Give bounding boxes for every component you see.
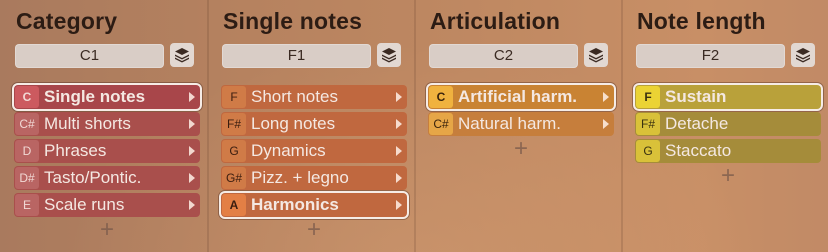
chevron-right-icon bbox=[396, 119, 402, 129]
item-label: Phrases bbox=[44, 141, 107, 160]
keyswitch-field[interactable]: F1 bbox=[222, 44, 371, 68]
list-item-single-notes[interactable]: C Single notes bbox=[14, 85, 200, 109]
note-badge: C bbox=[15, 86, 39, 108]
item-label: Natural harm. bbox=[458, 114, 561, 133]
chevron-right-icon bbox=[603, 119, 609, 129]
note-badge: F bbox=[222, 86, 246, 108]
chevron-right-icon bbox=[189, 146, 195, 156]
list-item-long-notes[interactable]: F# Long notes bbox=[221, 112, 407, 136]
chevron-right-icon bbox=[396, 200, 402, 210]
list-item-sustain[interactable]: F Sustain bbox=[635, 85, 821, 109]
column-title: Category bbox=[16, 8, 118, 34]
list-item-multi-shorts[interactable]: C# Multi shorts bbox=[14, 112, 200, 136]
item-list: F Sustain F# Detache G Staccato + bbox=[635, 85, 821, 190]
layers-icon bbox=[382, 48, 396, 63]
list-item-harmonics[interactable]: A Harmonics bbox=[221, 193, 407, 217]
column-single-notes: Single notes F1 F Short notes F# Long note… bbox=[221, 0, 417, 252]
layers-button[interactable] bbox=[377, 43, 401, 67]
layers-icon bbox=[589, 48, 603, 63]
item-label: Detache bbox=[665, 114, 729, 133]
item-list: F Short notes F# Long notes G Dynamics G# Pi… bbox=[221, 85, 407, 244]
keyswitch-field[interactable]: F2 bbox=[636, 44, 785, 68]
item-label: Staccato bbox=[665, 141, 732, 160]
layers-button[interactable] bbox=[791, 43, 815, 67]
item-label: Dynamics bbox=[251, 141, 326, 160]
list-item-pizz-legno[interactable]: G# Pizz. + legno bbox=[221, 166, 407, 190]
note-badge: D bbox=[15, 140, 39, 162]
list-item-staccato[interactable]: G Staccato bbox=[635, 139, 821, 163]
layers-icon bbox=[796, 48, 810, 63]
chevron-right-icon bbox=[396, 92, 402, 102]
list-item-short-notes[interactable]: F Short notes bbox=[221, 85, 407, 109]
chevron-right-icon bbox=[189, 92, 195, 102]
column-title: Note length bbox=[637, 8, 766, 34]
chevron-right-icon bbox=[189, 173, 195, 183]
note-badge: G bbox=[636, 140, 660, 162]
note-badge: G# bbox=[222, 167, 246, 189]
note-badge: A bbox=[222, 194, 246, 216]
note-badge: F# bbox=[222, 113, 246, 135]
column-articulation: Articulation C2 C Artificial harm. C# Natu… bbox=[428, 0, 624, 252]
layers-button[interactable] bbox=[584, 43, 608, 67]
list-item-detache[interactable]: F# Detache bbox=[635, 112, 821, 136]
list-item-phrases[interactable]: D Phrases bbox=[14, 139, 200, 163]
add-item-button[interactable]: + bbox=[221, 218, 407, 244]
item-label: Sustain bbox=[665, 87, 727, 106]
note-badge: C bbox=[429, 86, 453, 108]
column-category: Category C1 C Single notes C# Multi shorts… bbox=[14, 0, 210, 252]
note-badge: C# bbox=[15, 113, 39, 135]
chevron-right-icon bbox=[189, 200, 195, 210]
chevron-right-icon bbox=[189, 119, 195, 129]
note-badge: D# bbox=[15, 167, 39, 189]
item-label: Single notes bbox=[44, 87, 146, 106]
keyswitch-field[interactable]: C2 bbox=[429, 44, 578, 68]
layers-button[interactable] bbox=[170, 43, 194, 67]
item-label: Tasto/Pontic. bbox=[44, 168, 142, 187]
note-badge: F bbox=[636, 86, 660, 108]
column-title: Articulation bbox=[430, 8, 561, 34]
item-label: Long notes bbox=[251, 114, 336, 133]
item-label: Short notes bbox=[251, 87, 338, 106]
list-item-artificial-harm[interactable]: C Artificial harm. bbox=[428, 85, 614, 109]
list-item-scale-runs[interactable]: E Scale runs bbox=[14, 193, 200, 217]
chevron-right-icon bbox=[396, 146, 402, 156]
item-list: C Single notes C# Multi shorts D Phrases D#… bbox=[14, 85, 200, 244]
chevron-right-icon bbox=[603, 92, 609, 102]
keyswitch-field[interactable]: C1 bbox=[15, 44, 164, 68]
column-note-length: Note length F2 F Sustain F# Detache G Stacc… bbox=[635, 0, 828, 252]
note-badge: E bbox=[15, 194, 39, 216]
item-label: Multi shorts bbox=[44, 114, 131, 133]
chevron-right-icon bbox=[396, 173, 402, 183]
add-item-button[interactable]: + bbox=[635, 164, 821, 190]
item-label: Artificial harm. bbox=[458, 87, 578, 106]
item-label: Pizz. + legno bbox=[251, 168, 349, 187]
column-title: Single notes bbox=[223, 8, 363, 34]
item-label: Scale runs bbox=[44, 195, 125, 214]
note-badge: F# bbox=[636, 113, 660, 135]
list-item-natural-harm[interactable]: C# Natural harm. bbox=[428, 112, 614, 136]
note-badge: C# bbox=[429, 113, 453, 135]
add-item-button[interactable]: + bbox=[14, 218, 200, 244]
item-label: Harmonics bbox=[251, 195, 339, 214]
note-badge: G bbox=[222, 140, 246, 162]
list-item-dynamics[interactable]: G Dynamics bbox=[221, 139, 407, 163]
layers-icon bbox=[175, 48, 189, 63]
item-list: C Artificial harm. C# Natural harm. + bbox=[428, 85, 614, 163]
list-item-tasto-pontic[interactable]: D# Tasto/Pontic. bbox=[14, 166, 200, 190]
add-item-button[interactable]: + bbox=[428, 137, 614, 163]
